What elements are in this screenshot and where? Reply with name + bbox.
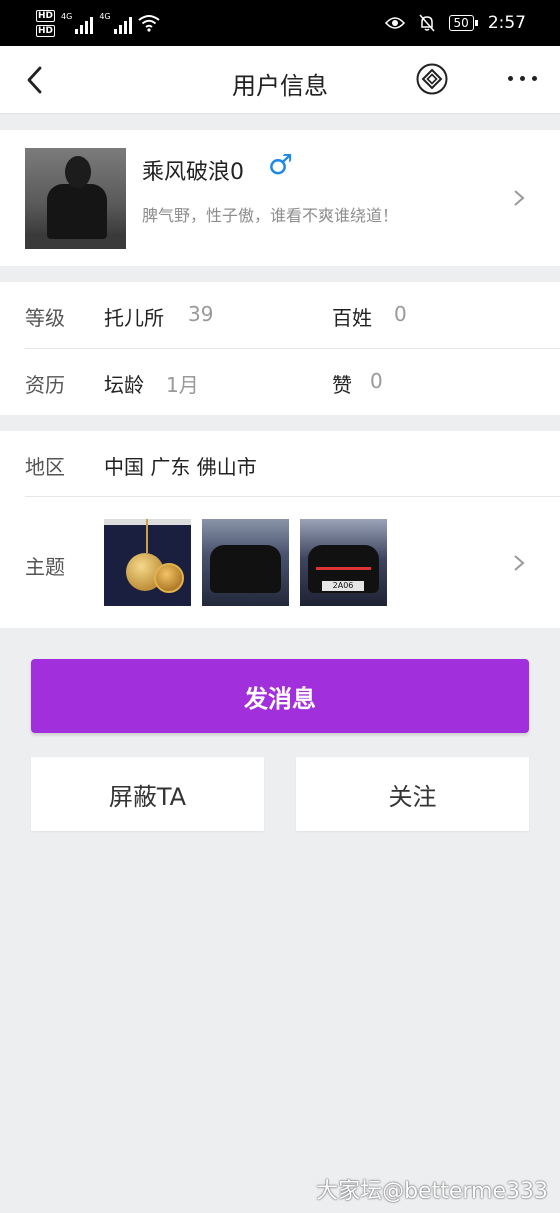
chevron-right-icon — [514, 190, 525, 206]
level-value: 39 — [188, 302, 214, 326]
block-user-button[interactable]: 屏蔽TA — [31, 757, 264, 831]
network-label: 4G — [99, 12, 111, 21]
zan-label: 赞 — [332, 373, 352, 397]
seniority-row: 资历 坛龄 1月 赞 0 — [0, 349, 560, 415]
battery-icon: 50 — [448, 15, 479, 31]
level-row: 等级 托儿所 39 百姓 0 — [0, 282, 560, 348]
clock: 2:57 — [487, 13, 526, 33]
tanling-value: 1月 — [166, 373, 199, 397]
page-title: 用户信息 — [232, 72, 328, 100]
topic-thumbnail-car-front[interactable] — [202, 519, 289, 606]
region-value: 中国 广东 佛山市 — [104, 455, 257, 479]
bell-off-icon — [418, 14, 435, 32]
wifi-icon — [137, 15, 160, 32]
male-gender-icon: ♂ — [268, 148, 294, 181]
follow-button[interactable]: 关注 — [296, 757, 529, 831]
hd-badge: HD — [36, 9, 56, 22]
license-plate: 2A06 — [322, 581, 364, 591]
user-signature: 脾气野，性子傲，谁看不爽谁绕道！ — [142, 206, 399, 225]
watermark: 大家坛@betterme333 — [316, 1179, 548, 1204]
network-label: 4G — [61, 12, 73, 21]
more-options-icon[interactable] — [508, 76, 537, 81]
status-bar: HD HD 4G 4G 50 2:57 — [0, 0, 560, 46]
chevron-right-icon[interactable] — [512, 553, 526, 573]
hd-badge: HD — [36, 24, 56, 37]
send-message-button[interactable]: 发消息 — [31, 659, 529, 733]
seniority-label: 资历 — [25, 373, 65, 397]
region-row: 地区 中国 广东 佛山市 — [0, 431, 560, 497]
eye-icon — [384, 17, 405, 29]
hd-badges: HD HD — [36, 9, 56, 37]
tanling-label: 坛龄 — [104, 373, 144, 397]
level-label: 等级 — [25, 306, 65, 330]
signal-icon: 4G — [61, 12, 94, 34]
profile-card[interactable]: 乘风破浪0 ♂ 脾气野，性子傲，谁看不爽谁绕道！ — [0, 130, 560, 266]
topic-thumbnail-pendant[interactable] — [104, 519, 191, 606]
avatar[interactable] — [25, 148, 126, 249]
divider — [25, 496, 560, 497]
level-name: 托儿所 — [104, 306, 164, 330]
zan-value: 0 — [370, 369, 383, 393]
username: 乘风破浪0 — [142, 160, 244, 185]
topic-thumbnail-car-rear[interactable]: 2A06 — [300, 519, 387, 606]
status-left: HD HD 4G 4G — [36, 6, 160, 40]
baixing-value: 0 — [394, 302, 407, 326]
diamond-badge-icon[interactable] — [416, 63, 448, 95]
info-section: 地区 中国 广东 佛山市 主题 2A06 — [0, 431, 560, 628]
region-label: 地区 — [25, 455, 65, 479]
topic-label: 主题 — [25, 555, 65, 579]
status-right: 50 2:57 — [384, 0, 526, 46]
baixing-label: 百姓 — [332, 306, 372, 330]
stats-section: 等级 托儿所 39 百姓 0 资历 坛龄 1月 赞 0 — [0, 282, 560, 415]
topic-thumbnails[interactable]: 2A06 — [104, 519, 387, 606]
signal-icon: 4G — [99, 12, 132, 34]
nav-bar: 用户信息 — [0, 46, 560, 114]
